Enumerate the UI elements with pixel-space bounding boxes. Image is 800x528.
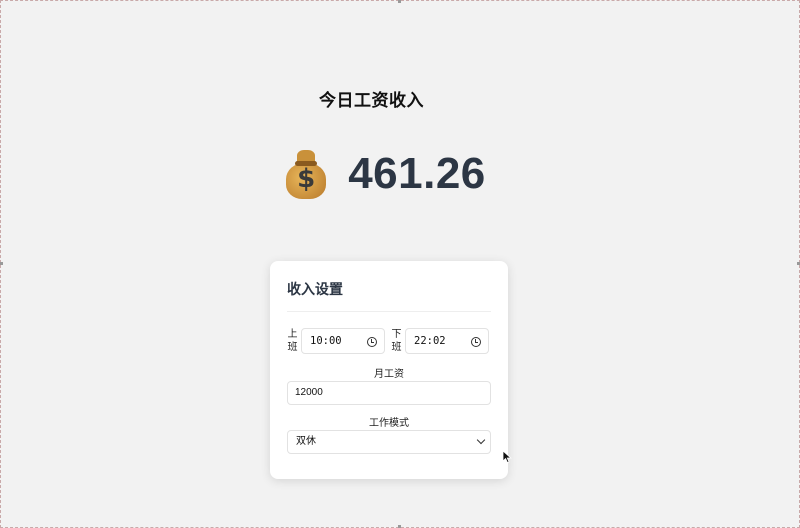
work-hours-row: 上班 10:00 下班 22:02 bbox=[287, 328, 491, 354]
divider bbox=[287, 311, 491, 312]
earnings-amount: 461.26 bbox=[348, 149, 486, 198]
income-settings-card: 收入设置 上班 10:00 下班 22:02 月工资 12000 工作模式 双休 bbox=[270, 261, 508, 479]
start-time-value: 10:00 bbox=[310, 335, 342, 347]
end-time-value: 22:02 bbox=[414, 335, 446, 347]
monthly-salary-label: 月工资 bbox=[374, 369, 404, 380]
frame-handle-top bbox=[398, 0, 401, 3]
work-mode-value: 双休 bbox=[296, 436, 316, 447]
start-time-input[interactable]: 10:00 bbox=[301, 328, 385, 354]
frame-handle-left bbox=[0, 262, 3, 265]
end-time-label: 下班 bbox=[391, 329, 402, 353]
clock-icon[interactable] bbox=[471, 337, 481, 347]
mouse-cursor-icon bbox=[502, 450, 512, 464]
work-mode-select[interactable]: 双休 bbox=[287, 430, 491, 454]
settings-title: 收入设置 bbox=[287, 282, 343, 298]
chevron-down-icon bbox=[476, 435, 486, 445]
money-bag-icon: $ bbox=[284, 148, 328, 200]
work-mode-label: 工作模式 bbox=[369, 418, 409, 429]
end-time-input[interactable]: 22:02 bbox=[405, 328, 489, 354]
clock-icon[interactable] bbox=[367, 337, 377, 347]
monthly-salary-input[interactable]: 12000 bbox=[287, 381, 491, 405]
start-time-label: 上班 bbox=[287, 329, 298, 353]
page-title: 今日工资收入 bbox=[319, 91, 424, 111]
earnings-display: $ 461.26 bbox=[0, 142, 800, 206]
